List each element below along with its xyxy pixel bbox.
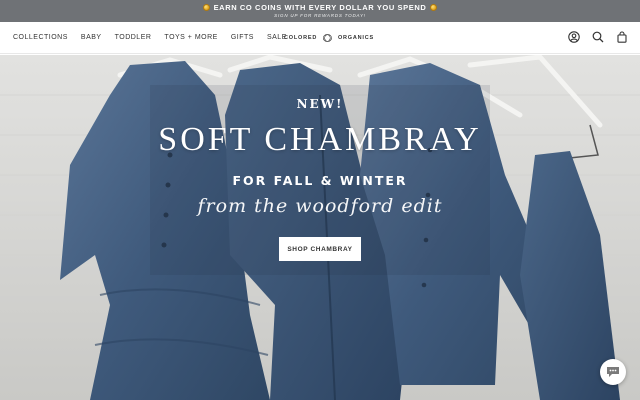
nav-item-toys-more[interactable]: TOYS + MORE	[164, 34, 217, 41]
hero-subtitle: FOR FALL & WINTER	[232, 173, 408, 188]
chat-icon	[607, 367, 619, 377]
header-icons	[568, 31, 628, 43]
logo-word-left: COLORED	[284, 35, 318, 41]
hero-script-text: from the woodford edit	[197, 195, 443, 217]
hero-eyebrow: NEW!	[296, 97, 344, 111]
shop-chambray-button[interactable]: SHOP CHAMBRAY	[279, 237, 361, 261]
announcement-text: EARN CO COINS WITH EVERY DOLLAR YOU SPEN…	[213, 3, 427, 12]
site-header: COLLECTIONS BABY TODDLER TOYS + MORE GIF…	[0, 22, 640, 54]
hero-banner: NEW! SOFT CHAMBRAY FOR FALL & WINTER fro…	[0, 55, 640, 400]
main-nav: COLLECTIONS BABY TODDLER TOYS + MORE GIF…	[13, 34, 300, 41]
nav-item-toddler[interactable]: TODDLER	[115, 34, 152, 41]
coin-icon	[430, 4, 438, 11]
coin-icon	[202, 4, 210, 11]
account-icon[interactable]	[568, 31, 580, 43]
bag-icon[interactable]	[616, 31, 628, 43]
nav-item-collections[interactable]: COLLECTIONS	[13, 34, 68, 41]
announcement-primary: EARN CO COINS WITH EVERY DOLLAR YOU SPEN…	[0, 3, 640, 12]
search-icon[interactable]	[592, 31, 604, 43]
chat-button[interactable]	[600, 359, 626, 385]
logo-mark-icon	[323, 34, 332, 42]
hero-content: NEW! SOFT CHAMBRAY FOR FALL & WINTER fro…	[0, 55, 640, 400]
announcement-bar[interactable]: EARN CO COINS WITH EVERY DOLLAR YOU SPEN…	[0, 0, 640, 22]
nav-item-gifts[interactable]: GIFTS	[231, 34, 254, 41]
nav-item-baby[interactable]: BABY	[81, 34, 102, 41]
logo-word-right: ORGANICS	[337, 35, 374, 41]
announcement-signup-link[interactable]: SIGN UP FOR REWARDS TODAY!	[0, 13, 640, 18]
site-logo[interactable]: COLORED ORGANICS	[284, 31, 374, 45]
hero-title: SOFT CHAMBRAY	[158, 121, 482, 158]
